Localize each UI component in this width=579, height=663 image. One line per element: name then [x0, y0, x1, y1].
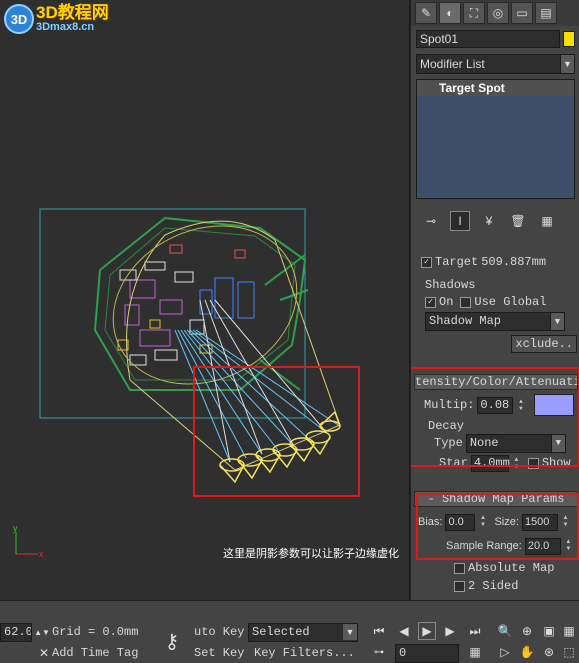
command-panel: ✎ ◐ ⛶ ◎ ▭ ▤ Modifier List ▼ Target Spot …	[410, 0, 579, 600]
object-color-swatch[interactable]	[563, 31, 575, 47]
set-key-button[interactable]: Set Key	[194, 644, 244, 663]
cone-highlight-box	[193, 366, 360, 497]
zoom-icon[interactable]: 🔍	[496, 622, 514, 640]
use-global-label: Use Global	[474, 295, 547, 309]
annotation-caption: 这里是阴影参数可以让影子边缘虚化	[223, 547, 399, 560]
zoom-all-icon[interactable]: ⊕	[518, 622, 536, 640]
hierarchy-icon[interactable]: ⛶	[463, 2, 485, 24]
two-sided-checkbox[interactable]	[454, 580, 465, 592]
chevron-down-icon[interactable]: ▼	[343, 624, 357, 640]
key-filters-button[interactable]: Key Filters...	[254, 644, 355, 663]
stack-toolbar: ⊸ I ¥ 🗑 ▦	[411, 205, 579, 237]
use-global-checkbox[interactable]	[460, 296, 472, 308]
previous-frame-icon[interactable]: ◀	[395, 622, 413, 640]
shadows-on-label: On	[439, 295, 454, 309]
motion-icon[interactable]: ◎	[487, 2, 509, 24]
go-to-start-icon[interactable]: ⏮	[370, 622, 388, 640]
time-config-icon[interactable]: ▦	[466, 643, 484, 661]
targeted-checkbox[interactable]: ✓	[421, 256, 432, 268]
status-bar: 62.0 ▲▼ Grid = 0.0mm ✕ Add Time Tag ⚷ ut…	[0, 600, 579, 663]
show-end-result-icon[interactable]: I	[450, 211, 470, 231]
shadow-type-dropdown[interactable]: Shadow Map ▼	[425, 312, 565, 331]
go-to-end-icon[interactable]: ⏭	[466, 622, 484, 640]
orbit-icon[interactable]: ⊛	[540, 643, 558, 661]
make-unique-icon[interactable]: ¥	[479, 211, 499, 231]
zoom-extents-all-icon[interactable]: ▦	[560, 622, 578, 640]
exclude-button[interactable]: xclude..	[511, 335, 577, 353]
absolute-map-checkbox[interactable]	[454, 562, 465, 574]
scene-drawing	[39, 208, 341, 484]
chevron-down-icon: ▼	[560, 55, 574, 73]
viewport-perspective[interactable]: 3D 3D教程网 3Dmax8.cn x y 这里是阴影参数可以让影子边缘虚化	[0, 0, 410, 600]
target-distance-value: 509.887mm	[481, 255, 547, 269]
axis-x-label: x	[39, 549, 44, 559]
two-sided-label: 2 Sided	[468, 579, 519, 593]
time-tag-icon[interactable]: ✕	[35, 644, 53, 662]
current-frame-field[interactable]: 0	[395, 644, 459, 663]
play-icon[interactable]: ▶	[418, 622, 436, 640]
next-frame-icon[interactable]: ▶	[441, 622, 459, 640]
key-icon[interactable]: ⚷	[154, 629, 190, 653]
add-time-tag-button[interactable]: Add Time Tag	[52, 644, 138, 663]
utilities-icon[interactable]: ▤	[535, 2, 557, 24]
zoom-extents-icon[interactable]: ▣	[540, 622, 558, 640]
coordinate-field[interactable]: 62.0	[0, 623, 32, 642]
shadows-group: Shadows ✓ On Use Global Shadow Map ▼ xcl…	[425, 278, 577, 353]
remove-modifier-icon[interactable]: 🗑	[508, 211, 528, 231]
shadow-map-highlight-box	[416, 493, 579, 560]
shadows-on-checkbox[interactable]: ✓	[425, 296, 436, 308]
absolute-map-label: Absolute Map	[468, 561, 555, 575]
general-parameters-rollout: ✓ Target 509.887mm	[421, 252, 571, 272]
modifier-stack[interactable]: Target Spot	[416, 79, 575, 199]
pin-stack-icon[interactable]: ⊸	[421, 211, 441, 231]
shadow-type-value: Shadow Map	[429, 314, 502, 328]
selected-value: Selected	[252, 625, 310, 639]
maximize-viewport-icon[interactable]: ⬚	[560, 643, 578, 661]
create-icon[interactable]: ✎	[415, 2, 437, 24]
grid-label: Grid = 0.0mm	[52, 625, 139, 639]
pan-icon[interactable]: ✋	[518, 643, 536, 661]
axis-y-label: y	[13, 523, 18, 533]
key-mode-icon[interactable]: ⊶	[370, 643, 388, 661]
display-icon[interactable]: ▭	[511, 2, 533, 24]
stack-item-target-spot[interactable]: Target Spot	[417, 80, 574, 96]
auto-key-button[interactable]: uto Key	[194, 623, 244, 642]
shadows-group-label: Shadows	[425, 278, 476, 292]
chevron-down-icon: ▼	[550, 313, 564, 330]
axis-tripod: x y	[13, 523, 44, 559]
intensity-highlight-box	[411, 367, 579, 467]
spinner-icon[interactable]: ▲▼	[33, 623, 51, 641]
modifier-list-label: Modifier List	[420, 57, 485, 71]
command-panel-tabs: ✎ ◐ ⛶ ◎ ▭ ▤	[411, 0, 579, 26]
selected-dropdown[interactable]: Selected	[248, 623, 358, 642]
field-of-view-icon[interactable]: ▷	[496, 643, 514, 661]
object-name-field[interactable]	[416, 30, 560, 48]
modifier-list-dropdown[interactable]: Modifier List ▼	[416, 54, 575, 74]
configure-sets-icon[interactable]: ▦	[537, 211, 557, 231]
modify-icon[interactable]: ◐	[439, 2, 461, 24]
target-label: Target	[435, 255, 479, 269]
